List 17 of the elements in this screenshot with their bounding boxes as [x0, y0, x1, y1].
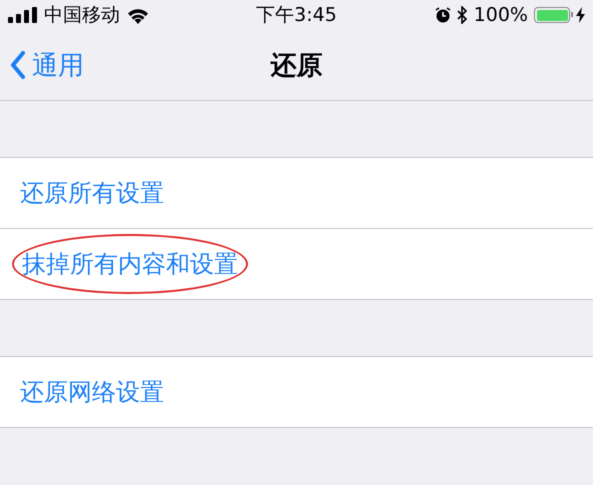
chevron-left-icon — [10, 51, 26, 79]
row-label: 还原网络设置 — [20, 377, 164, 408]
signal-icon — [8, 7, 38, 23]
settings-row[interactable]: 抹掉所有内容和设置 — [0, 229, 593, 299]
status-time: 下午3:45 — [256, 3, 337, 28]
carrier-name: 中国移动 — [44, 3, 120, 28]
row-label: 抹掉所有内容和设置 — [12, 234, 248, 294]
wifi-icon — [126, 6, 150, 24]
battery-percent: 100% — [474, 4, 528, 26]
back-button[interactable]: 通用 — [0, 48, 84, 82]
alarm-icon — [434, 7, 451, 23]
settings-row[interactable]: 还原网络设置 — [0, 357, 593, 427]
row-label: 还原所有设置 — [20, 178, 164, 209]
battery-icon — [534, 7, 570, 23]
screen-title: 还原 — [270, 50, 322, 82]
settings-row[interactable]: 还原所有设置 — [0, 158, 593, 229]
bluetooth-icon — [456, 6, 468, 24]
